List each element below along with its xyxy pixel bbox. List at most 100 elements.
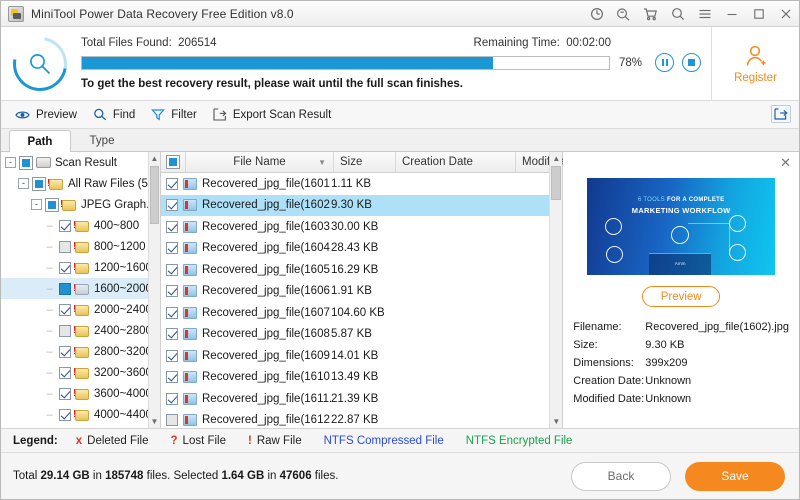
row-checkbox[interactable] [166,349,178,362]
tree-node[interactable]: –! 400~800 [1,215,148,236]
preview-button[interactable]: Preview [13,102,91,128]
column-header-creation-date[interactable]: Creation Date [396,152,516,172]
tree-node[interactable]: - Scan Result [1,152,148,173]
close-preview-icon[interactable]: ✕ [780,156,791,169]
table-row[interactable]: Recovered_jpg_file(1606... 1.91 KB [161,281,562,303]
help-key-icon[interactable] [610,1,637,27]
tree-scrollbar-thumb[interactable] [150,166,159,224]
share-export-icon[interactable] [771,105,791,123]
tab-type[interactable]: Type [71,129,133,151]
tree-node-checkbox[interactable] [59,240,71,253]
table-row[interactable]: Recovered_jpg_file(1601... 1.11 KB [161,173,562,195]
select-all-checkbox[interactable] [166,155,180,169]
row-checkbox-cell[interactable] [161,328,183,341]
table-row[interactable]: Recovered_jpg_file(1605... 16.29 KB [161,259,562,281]
row-checkbox[interactable] [166,177,178,190]
table-row[interactable]: Recovered_jpg_file(1609... 14.01 KB [161,345,562,367]
update-icon[interactable] [583,1,610,27]
maximize-button[interactable] [745,1,772,27]
tree-node[interactable]: –! 3600~4000 [1,383,148,404]
row-checkbox-cell[interactable] [161,392,183,405]
table-row[interactable]: Recovered_jpg_file(1608... 5.87 KB [161,324,562,346]
tree-scroll-up-icon[interactable]: ▲ [149,152,160,165]
tree-node-checkbox[interactable] [59,282,71,295]
close-button[interactable] [772,1,799,27]
select-all-header[interactable] [161,152,186,172]
row-checkbox-cell[interactable] [161,371,183,384]
table-row[interactable]: Recovered_jpg_file(1604... 28.43 KB [161,238,562,260]
row-checkbox[interactable] [166,392,178,405]
tree-node-checkbox[interactable] [59,261,71,274]
back-button[interactable]: Back [571,461,671,491]
search-icon[interactable] [664,1,691,27]
tree-node[interactable]: –! 1600~2000 [1,278,148,299]
filter-button[interactable]: Filter [149,102,211,128]
list-scroll-up-icon[interactable]: ▲ [550,152,562,165]
file-list-body[interactable]: Recovered_jpg_file(1601... 1.11 KB Recover… [161,173,563,429]
row-checkbox[interactable] [166,328,178,341]
save-button[interactable]: Save [685,461,785,491]
row-checkbox-cell[interactable] [161,414,183,427]
cart-icon[interactable] [637,1,664,27]
preview-open-button[interactable]: Preview [642,286,721,307]
row-checkbox-cell[interactable] [161,242,183,255]
row-checkbox[interactable] [166,220,178,233]
tree-vertical-scrollbar[interactable]: ▲ ▼ [148,152,160,428]
tree-node[interactable]: –! 1200~1600 [1,257,148,278]
tree-node-checkbox[interactable] [59,324,71,337]
row-checkbox-cell[interactable] [161,263,183,276]
minimize-button[interactable] [718,1,745,27]
tree-node[interactable]: –! 2800~3200 [1,341,148,362]
table-row[interactable]: Recovered_jpg_file(1602... 9.30 KB [161,194,563,216]
tree-expander-icon[interactable]: - [31,199,42,210]
row-checkbox[interactable] [166,242,178,255]
tree-node-checkbox[interactable] [19,155,33,170]
tree-scroll-down-icon[interactable]: ▼ [149,415,160,428]
row-checkbox[interactable] [166,285,178,298]
stop-scan-button[interactable] [682,53,701,72]
tree-node[interactable]: –! 2000~2400 [1,299,148,320]
path-tree[interactable]: - Scan Result -! All Raw Files (5... -! JPEG … [1,152,148,428]
row-checkbox[interactable] [166,371,178,384]
tree-expander-icon[interactable]: - [5,157,16,168]
row-checkbox[interactable] [166,199,178,212]
list-scrollbar-thumb[interactable] [551,166,562,200]
list-scroll-down-icon[interactable]: ▼ [550,415,562,428]
tree-node[interactable]: -! All Raw Files (5... [1,173,148,194]
tree-expander-icon[interactable]: - [18,178,29,189]
tree-node-checkbox[interactable] [45,197,59,212]
table-row[interactable]: Recovered_jpg_file(1610... 13.49 KB [161,367,562,389]
tree-node[interactable]: –! 800~1200 [1,236,148,257]
tree-node[interactable]: –! 2400~2800 [1,320,148,341]
row-checkbox-cell[interactable] [161,306,183,319]
tree-node-checkbox[interactable] [32,176,46,191]
table-row[interactable]: Recovered_jpg_file(1611... 21.39 KB [161,388,562,410]
row-checkbox[interactable] [166,263,178,276]
tree-node-checkbox[interactable] [59,408,71,421]
tree-node[interactable]: –! 4000~4400 [1,404,148,425]
tree-node[interactable]: -! JPEG Graph... [1,194,148,215]
table-row[interactable]: Recovered_jpg_file(1607... 104.60 KB [161,302,562,324]
tree-node[interactable]: –! 3200~3600 [1,362,148,383]
pause-scan-button[interactable] [655,53,674,72]
tab-path[interactable]: Path [9,130,71,152]
column-header-size[interactable]: Size [334,152,396,172]
row-checkbox-cell[interactable] [161,199,183,212]
row-checkbox[interactable] [166,414,178,427]
tree-node-checkbox[interactable] [59,345,71,358]
table-row[interactable]: Recovered_jpg_file(1603... 30.00 KB [161,216,562,238]
export-scan-result-button[interactable]: Export Scan Result [211,102,345,128]
find-button[interactable]: Find [91,102,149,128]
row-checkbox-cell[interactable] [161,349,183,362]
row-checkbox-cell[interactable] [161,285,183,298]
tree-node-checkbox[interactable] [59,366,71,379]
menu-icon[interactable] [691,1,718,27]
file-list-vertical-scrollbar[interactable]: ▲ ▼ [549,152,563,428]
tree-node[interactable]: –!4400~4800 [1,425,148,428]
row-checkbox[interactable] [166,306,178,319]
row-checkbox-cell[interactable] [161,177,183,190]
table-row[interactable]: Recovered_jpg_file(1612... 22.87 KB [161,410,562,429]
tree-node-checkbox[interactable] [59,387,71,400]
tree-node-checkbox[interactable] [59,219,71,232]
register-button[interactable]: Register [711,27,799,100]
